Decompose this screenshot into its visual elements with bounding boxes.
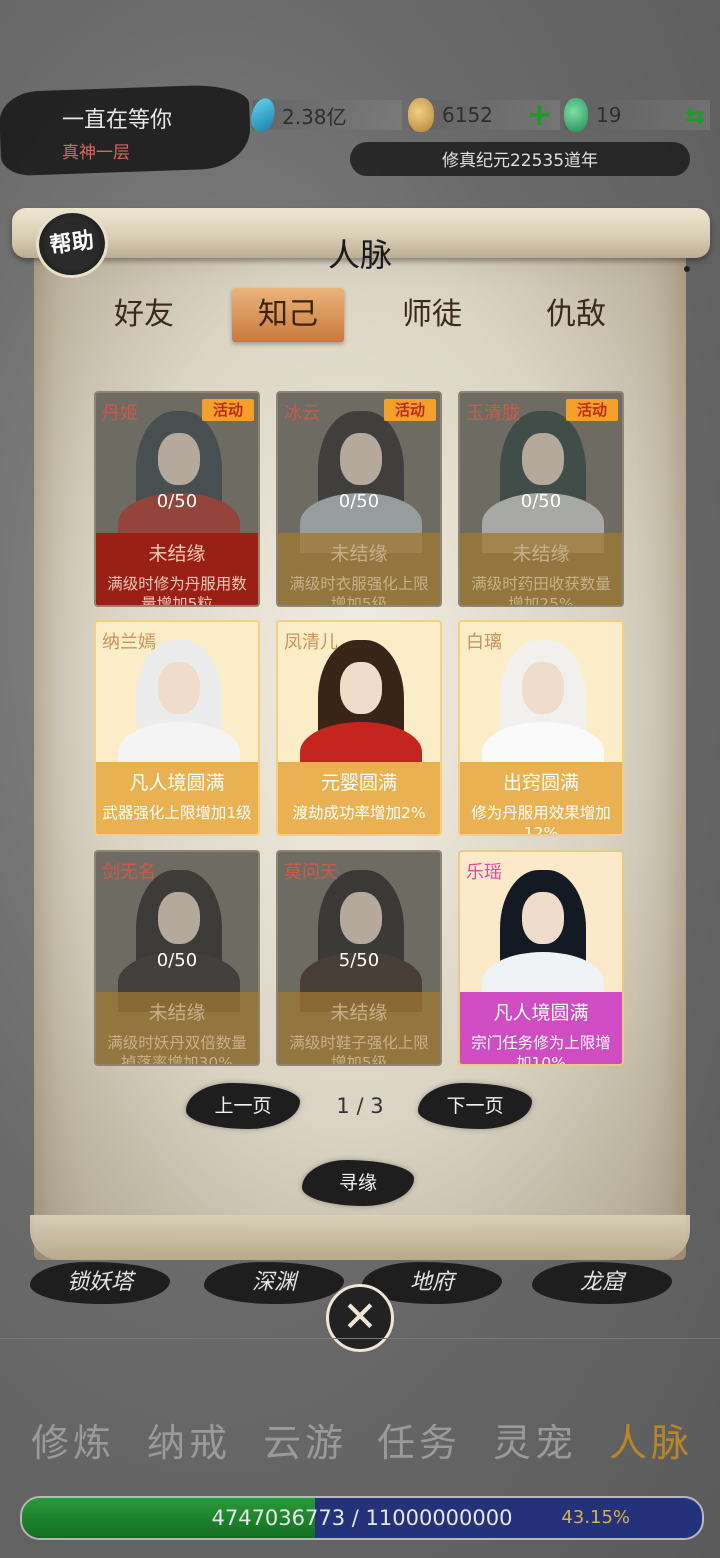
card-name: 乐瑶 xyxy=(466,862,502,883)
status-desc: 满级时衣服强化上限增加5级 xyxy=(289,575,429,607)
nav-storage-ring[interactable]: 纳戒 xyxy=(134,1412,244,1467)
jade-value: 19 xyxy=(596,103,622,127)
status-band: 出窍圆满 修为丹服用效果增加12% xyxy=(460,762,622,836)
status-title: 未结缘 xyxy=(330,1002,388,1024)
card-name: 剑无名 xyxy=(102,862,156,883)
status-band: 凡人境圆满 宗门任务修为上限增加10% xyxy=(460,992,622,1066)
card-progress: 0/50 xyxy=(520,491,562,512)
player-rank: 真神一层 xyxy=(62,143,130,163)
status-title: 出窍圆满 xyxy=(502,772,579,794)
region-lock-demon-tower[interactable]: 锁妖塔 xyxy=(30,1262,170,1304)
status-title: 凡人境圆满 xyxy=(493,1002,589,1024)
confidant-card[interactable]: 剑无名 0/50 未结缘 满级时妖丹双倍数量掉落率增加30% xyxy=(94,850,260,1066)
status-band: 未结缘 满级时药田收获数量增加25% xyxy=(460,533,622,607)
confidant-card[interactable]: 凤清儿 元婴圆满 渡劫成功率增加2% xyxy=(276,620,442,836)
status-title: 凡人境圆满 xyxy=(129,772,225,794)
confidant-card[interactable]: 丹姬 活动 0/50 未结缘 满级时修为丹服用数量增加5粒 xyxy=(94,391,260,607)
spirit-stone-resource[interactable]: 2.38亿 xyxy=(247,95,347,135)
card-progress: 0/50 xyxy=(156,491,198,512)
status-desc: 渡劫成功率增加2% xyxy=(292,804,426,822)
panel-title: 人脉 xyxy=(327,236,392,274)
status-band: 未结缘 满级时妖丹双倍数量掉落率增加30% xyxy=(96,992,258,1066)
gold-gourd-icon xyxy=(408,98,434,132)
blue-crystal-icon xyxy=(247,95,279,135)
tab-enemies[interactable]: 仇敌 xyxy=(520,288,632,342)
nav-cultivate[interactable]: 修炼 xyxy=(18,1412,128,1467)
card-progress: 0/50 xyxy=(338,491,380,512)
spirit-stone-value: 2.38亿 xyxy=(282,104,347,129)
card-name: 凤清儿 xyxy=(284,632,338,653)
player-name: 一直在等你 xyxy=(62,108,173,133)
add-gold-button[interactable]: + xyxy=(526,98,553,130)
status-desc: 满级时妖丹双倍数量掉落率增加30% xyxy=(107,1034,247,1066)
event-tag: 活动 xyxy=(202,399,254,421)
status-desc: 宗门任务修为上限增加10% xyxy=(471,1034,611,1066)
progress-percent: 43.15% xyxy=(561,1507,630,1528)
card-name: 白璃 xyxy=(466,632,502,653)
era-date: 修真纪元22535道年 xyxy=(441,151,599,171)
cultivation-progress-bar: 4747036773 / 11000000000 43.15% xyxy=(20,1496,704,1540)
page-indicator: 1 / 3 xyxy=(336,1094,384,1118)
divider xyxy=(0,1338,720,1339)
event-tag: 活动 xyxy=(566,399,618,421)
scroll-bottom xyxy=(30,1215,690,1260)
card-name: 莫问天 xyxy=(284,862,338,883)
card-name: 玉清胧 xyxy=(466,403,520,424)
status-desc: 满级时修为丹服用数量增加5粒 xyxy=(107,575,247,607)
gold-resource[interactable]: 6152 xyxy=(408,98,493,132)
jade-resource[interactable]: 19 xyxy=(564,98,621,132)
confidant-card[interactable]: 莫问天 5/50 未结缘 满级时鞋子强化上限增加5级 xyxy=(276,850,442,1066)
event-tag: 活动 xyxy=(384,399,436,421)
status-desc: 满级时鞋子强化上限增加5级 xyxy=(289,1034,429,1066)
status-title: 元婴圆满 xyxy=(320,772,397,794)
nav-travel[interactable]: 云游 xyxy=(250,1412,360,1467)
card-progress: 0/50 xyxy=(156,950,198,971)
nav-pets[interactable]: 灵宠 xyxy=(480,1412,590,1467)
confidant-card[interactable]: 玉清胧 活动 0/50 未结缘 满级时药田收获数量增加25% xyxy=(458,391,624,607)
confidant-card[interactable]: 白璃 出窍圆满 修为丹服用效果增加12% xyxy=(458,620,624,836)
status-desc: 满级时药田收获数量增加25% xyxy=(471,575,611,607)
status-band: 凡人境圆满 武器强化上限增加1级 xyxy=(96,762,258,834)
region-dragon-cave[interactable]: 龙窟 xyxy=(532,1262,672,1304)
green-gourd-icon xyxy=(564,98,588,132)
tab-friends[interactable]: 好友 xyxy=(88,288,200,342)
status-title: 未结缘 xyxy=(148,543,206,565)
status-desc: 修为丹服用效果增加12% xyxy=(471,804,611,836)
status-title: 未结缘 xyxy=(148,1002,206,1024)
card-name: 纳兰嫣 xyxy=(102,632,156,653)
confidant-card[interactable]: 冰云 活动 0/50 未结缘 满级时衣服强化上限增加5级 xyxy=(276,391,442,607)
swap-icon[interactable]: ⇆ xyxy=(680,102,710,130)
gold-value: 6152 xyxy=(442,103,493,127)
status-desc: 武器强化上限增加1级 xyxy=(102,804,252,822)
region-abyss[interactable]: 深渊 xyxy=(204,1262,344,1304)
tab-confidants[interactable]: 知己 xyxy=(232,288,344,342)
status-band: 未结缘 满级时修为丹服用数量增加5粒 xyxy=(96,533,258,607)
status-title: 未结缘 xyxy=(330,543,388,565)
status-band: 未结缘 满级时衣服强化上限增加5级 xyxy=(278,533,440,607)
close-button[interactable]: ✕ xyxy=(326,1284,394,1352)
card-name: 丹姬 xyxy=(102,403,138,424)
nav-tasks[interactable]: 任务 xyxy=(364,1412,474,1467)
confidant-card[interactable]: 纳兰嫣 凡人境圆满 武器强化上限增加1级 xyxy=(94,620,260,836)
card-name: 冰云 xyxy=(284,403,320,424)
card-progress: 5/50 xyxy=(338,950,380,971)
status-band: 未结缘 满级时鞋子强化上限增加5级 xyxy=(278,992,440,1066)
confidant-card[interactable]: 乐瑶 凡人境圆满 宗门任务修为上限增加10% xyxy=(458,850,624,1066)
tab-master-disciple[interactable]: 师徒 xyxy=(376,288,488,342)
nav-connections[interactable]: 人脉 xyxy=(596,1412,706,1467)
status-title: 未结缘 xyxy=(512,543,570,565)
status-band: 元婴圆满 渡劫成功率增加2% xyxy=(278,762,440,834)
